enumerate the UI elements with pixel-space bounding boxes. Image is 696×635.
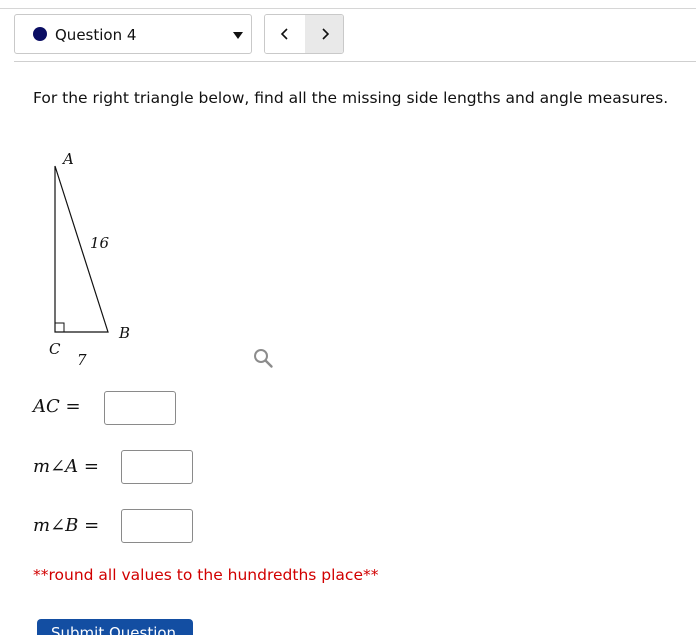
equals-sign: = bbox=[83, 456, 99, 477]
chevron-left-icon bbox=[280, 28, 288, 40]
question-page: Question 4 For the right triangle below,… bbox=[0, 0, 696, 635]
angle-a-m: m bbox=[33, 456, 51, 477]
caret-down-icon bbox=[233, 32, 243, 39]
right-angle-marker bbox=[55, 322, 65, 332]
prev-question-button[interactable] bbox=[265, 15, 306, 53]
ac-label: AC = bbox=[33, 396, 81, 417]
ac-text: AC bbox=[33, 396, 60, 417]
angle-symbol: ∠ bbox=[50, 456, 66, 477]
submit-question-button[interactable]: Submit Question bbox=[37, 619, 193, 635]
submit-label: Submit Question bbox=[51, 624, 177, 635]
chevron-right-icon bbox=[322, 28, 330, 40]
question-nav bbox=[264, 14, 344, 54]
ac-input[interactable] bbox=[104, 391, 176, 425]
angle-a-label: m∠A = bbox=[33, 456, 99, 477]
angle-a-vertex: A bbox=[65, 456, 79, 477]
status-dot-icon bbox=[33, 27, 47, 41]
next-question-button[interactable] bbox=[305, 15, 343, 53]
angle-a-input[interactable] bbox=[121, 450, 193, 484]
header-divider bbox=[14, 61, 696, 62]
problem-prompt: For the right triangle below, find all t… bbox=[33, 89, 669, 107]
leg-bc-label: 7 bbox=[77, 351, 87, 369]
equals-sign: = bbox=[84, 515, 100, 536]
question-selector[interactable]: Question 4 bbox=[14, 14, 252, 54]
magnify-icon[interactable] bbox=[253, 348, 275, 370]
vertex-b-label: B bbox=[118, 324, 130, 342]
angle-b-input[interactable] bbox=[121, 509, 193, 543]
vertex-c-label: C bbox=[49, 340, 61, 358]
hypotenuse-label: 16 bbox=[90, 234, 110, 252]
equals-sign: = bbox=[65, 396, 81, 417]
angle-b-m: m bbox=[33, 515, 51, 536]
angle-b-vertex: B bbox=[65, 515, 79, 536]
angle-symbol: ∠ bbox=[50, 515, 66, 536]
question-label: Question 4 bbox=[55, 26, 137, 44]
right-triangle-figure: A B C 16 7 bbox=[49, 150, 130, 369]
vertex-a-label: A bbox=[61, 150, 74, 168]
rounding-note: **round all values to the hundredths pla… bbox=[33, 566, 379, 584]
angle-b-label: m∠B = bbox=[33, 515, 99, 536]
top-divider bbox=[0, 8, 696, 9]
